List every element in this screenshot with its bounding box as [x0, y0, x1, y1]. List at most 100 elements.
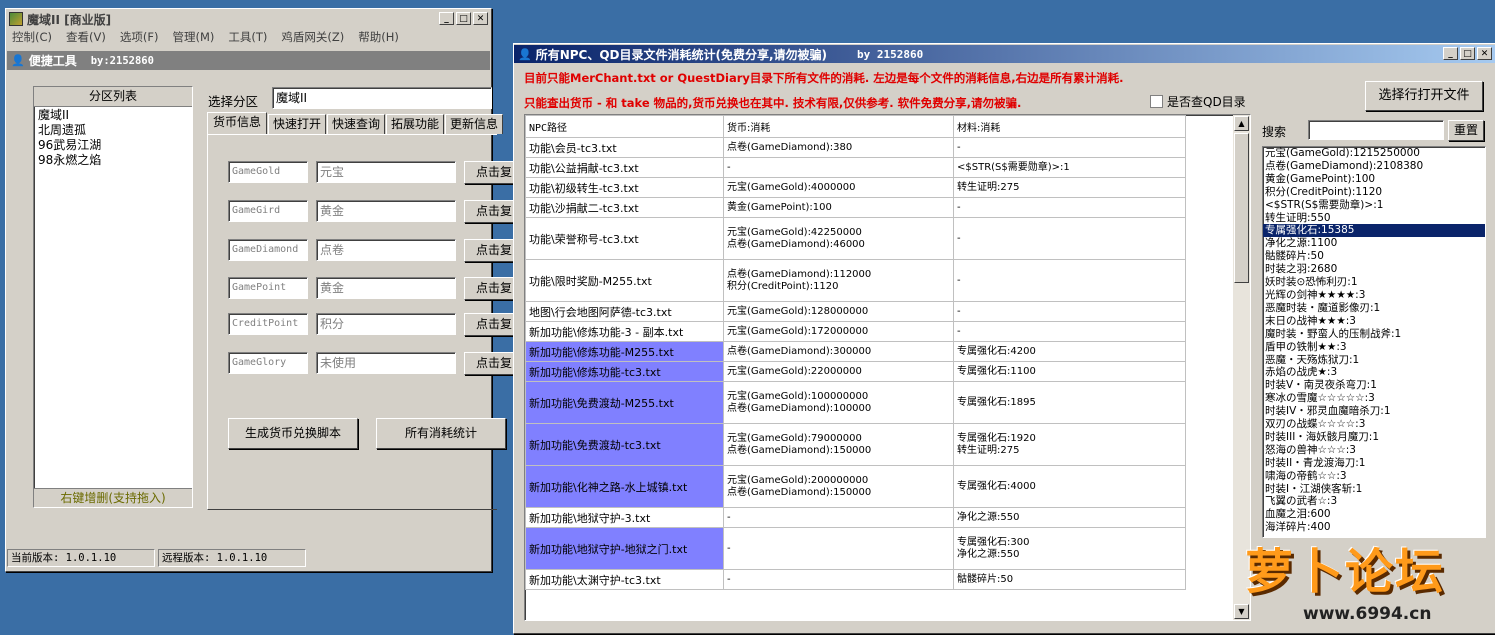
table-row[interactable]: 新加功能\修炼功能-tc3.txt 元宝(GameGold):22000000 专属…: [525, 361, 1186, 382]
cell-money[interactable]: 元宝(GameGold):100000000 点卷(GameDiamond):10…: [723, 381, 954, 424]
cell-money[interactable]: 元宝(GameGold):79000000 点卷(GameDiamond):150…: [723, 423, 954, 466]
cell-path[interactable]: 功能\沙捐献二-tc3.txt: [525, 197, 724, 218]
currency-name-field[interactable]: 点卷: [316, 239, 456, 261]
table-row[interactable]: 新加功能\化神之路-水上城镇.txt 元宝(GameGold):200000000…: [525, 465, 1186, 508]
minimize-icon[interactable]: _: [1443, 47, 1458, 60]
total-item[interactable]: 妖时装⊙恐怖利刃:1: [1263, 276, 1485, 289]
cell-material[interactable]: 净化之源:550: [953, 507, 1186, 528]
cell-path[interactable]: 新加功能\地狱守护-3.txt: [525, 507, 724, 528]
total-item[interactable]: 专属强化石:15385: [1263, 224, 1485, 238]
total-item[interactable]: 转生证明:550: [1263, 212, 1485, 225]
total-item[interactable]: 飞翼の武者☆:3: [1263, 495, 1485, 508]
cell-material[interactable]: 专属强化石:4000: [953, 465, 1186, 508]
total-item[interactable]: 寒冰の雪魔☆☆☆☆☆:3: [1263, 392, 1485, 405]
total-item[interactable]: 末日の战神★★★:3: [1263, 315, 1485, 328]
currency-name-field[interactable]: 积分: [316, 313, 456, 335]
total-item[interactable]: 时装V・南灵夜杀弯刀:1: [1263, 379, 1485, 392]
currency-name-field[interactable]: 未使用: [316, 352, 456, 374]
cell-material[interactable]: 转生证明:275: [953, 177, 1186, 198]
cell-material[interactable]: 专属强化石:1920 转生证明:275: [953, 423, 1186, 466]
cell-path[interactable]: 功能\会员-tc3.txt: [525, 137, 724, 158]
menu-options[interactable]: 选项(F): [120, 29, 159, 45]
table-row[interactable]: 功能\限时奖励-M255.txt 点卷(GameDiamond):112000 积分…: [525, 259, 1186, 302]
total-item[interactable]: 时装IV・邪灵血魔暗杀刀:1: [1263, 405, 1485, 418]
cell-material[interactable]: 专属强化石:1895: [953, 381, 1186, 424]
cell-money[interactable]: -: [723, 527, 954, 570]
cell-money[interactable]: 元宝(GameGold):22000000: [723, 361, 954, 382]
cell-money[interactable]: 点卷(GameDiamond):112000 积分(CreditPoint):11…: [723, 259, 954, 302]
maximize-icon[interactable]: □: [456, 12, 471, 25]
cell-path[interactable]: 新加功能\化神之路-水上城镇.txt: [525, 465, 724, 508]
cell-path[interactable]: 功能\限时奖励-M255.txt: [525, 259, 724, 302]
table-row[interactable]: 新加功能\修炼功能-M255.txt 点卷(GameDiamond):300000…: [525, 341, 1186, 362]
total-item[interactable]: 时装之羽:2680: [1263, 263, 1485, 276]
currency-code-field[interactable]: GameGold: [228, 161, 308, 183]
currency-code-field[interactable]: GamePoint: [228, 277, 308, 299]
menu-tools[interactable]: 工具(T): [228, 29, 267, 45]
select-zone-input[interactable]: 魔域II: [272, 87, 492, 109]
check-qd-checkbox[interactable]: 是否查QD目录: [1150, 93, 1246, 110]
total-item[interactable]: 时装III・海妖骸月魔刀:1: [1263, 431, 1485, 444]
total-item[interactable]: 元宝(GameGold):1215250000: [1263, 147, 1485, 160]
cell-path[interactable]: 新加功能\地狱守护-地狱之门.txt: [525, 527, 724, 570]
tab-currency[interactable]: 货币信息: [207, 112, 267, 134]
col-header-material[interactable]: 材料:消耗: [953, 115, 1186, 138]
cell-path[interactable]: 新加功能\免费渡劫-M255.txt: [525, 381, 724, 424]
reset-button[interactable]: 重置: [1448, 120, 1484, 141]
cell-path[interactable]: 地图\行会地图阿萨德-tc3.txt: [525, 301, 724, 322]
cell-money[interactable]: -: [723, 569, 954, 590]
table-row[interactable]: 功能\公益捐献-tc3.txt - <$STR(S$需要勋章)>:1: [525, 157, 1186, 178]
npc-table[interactable]: NPC路径 货币:消耗 材料:消耗 功能\会员-tc3.txt 点卷(GameDi…: [524, 114, 1251, 621]
cell-path[interactable]: 功能\公益捐献-tc3.txt: [525, 157, 724, 178]
menu-manage[interactable]: 管理(M): [172, 29, 214, 45]
total-item[interactable]: 魔时装・野蛮人的压制战斧:1: [1263, 328, 1485, 341]
total-item[interactable]: 黄金(GamePoint):100: [1263, 173, 1485, 186]
currency-code-field[interactable]: GameDiamond: [228, 239, 308, 261]
cell-material[interactable]: 专属强化石:300 净化之源:550: [953, 527, 1186, 570]
total-item[interactable]: 恶魔・天殇炼狱刀:1: [1263, 354, 1485, 367]
zone-list[interactable]: 分区列表 魔域II 北周遗孤 96武易江湖 98永燃之焰 右键增删(支持拖入): [33, 86, 193, 508]
close-icon[interactable]: ✕: [473, 12, 488, 25]
table-row[interactable]: 新加功能\免费渡劫-M255.txt 元宝(GameGold):100000000…: [525, 381, 1186, 424]
total-item[interactable]: 时装II・青龙渡海刀:1: [1263, 457, 1485, 470]
total-item[interactable]: 时装I・江湖侠客斩:1: [1263, 483, 1485, 496]
totals-list[interactable]: 元宝(GameGold):1215250000 点卷(GameDiamond):2…: [1262, 146, 1486, 538]
close-icon[interactable]: ✕: [1477, 47, 1492, 60]
cell-money[interactable]: 元宝(GameGold):128000000: [723, 301, 954, 322]
zone-item[interactable]: 北周遗孤: [38, 123, 101, 138]
table-row[interactable]: 新加功能\修炼功能-3 - 副本.txt 元宝(GameGold):1720000…: [525, 321, 1186, 342]
tool-titlebar[interactable]: 👤 便捷工具 by:2152860: [7, 51, 490, 70]
total-item[interactable]: 光辉の剑神★★★★:3: [1263, 289, 1485, 302]
currency-code-field[interactable]: GameGird: [228, 200, 308, 222]
cell-path[interactable]: 新加功能\太渊守护-tc3.txt: [525, 569, 724, 590]
open-file-button[interactable]: 选择行打开文件: [1365, 81, 1483, 111]
table-row[interactable]: 新加功能\免费渡劫-tc3.txt 元宝(GameGold):79000000 点卷…: [525, 423, 1186, 466]
cell-money[interactable]: 点卷(GameDiamond):380: [723, 137, 954, 158]
total-item[interactable]: 血魔之泪:600: [1263, 508, 1485, 521]
col-header-path[interactable]: NPC路径: [525, 115, 724, 138]
cell-money[interactable]: 黄金(GamePoint):100: [723, 197, 954, 218]
total-item[interactable]: 骷髅碎片:50: [1263, 250, 1485, 263]
menu-gateway[interactable]: 鸡盾网关(Z): [281, 29, 344, 45]
stats-titlebar[interactable]: 👤 所有NPC、QD目录文件消耗统计(免费分享,请勿被骗) by 2152860…: [514, 45, 1495, 63]
menu-view[interactable]: 查看(V): [66, 29, 106, 45]
zone-item[interactable]: 魔域II: [38, 108, 101, 123]
total-item[interactable]: <$STR(S$需要勋章)>:1: [1263, 199, 1485, 212]
table-row[interactable]: 新加功能\地狱守护-地狱之门.txt - 专属强化石:300 净化之源:550: [525, 527, 1186, 570]
total-item[interactable]: 恶魔时装・魔道影像刃:1: [1263, 302, 1485, 315]
zone-item[interactable]: 98永燃之焰: [38, 153, 101, 168]
cell-path[interactable]: 新加功能\免费渡劫-tc3.txt: [525, 423, 724, 466]
cell-money[interactable]: 元宝(GameGold):172000000: [723, 321, 954, 342]
cell-path[interactable]: 新加功能\修炼功能-3 - 副本.txt: [525, 321, 724, 342]
maximize-icon[interactable]: □: [1460, 47, 1475, 60]
menu-help[interactable]: 帮助(H): [358, 29, 399, 45]
cell-money[interactable]: 元宝(GameGold):42250000 点卷(GameDiamond):460…: [723, 217, 954, 260]
currency-code-field[interactable]: GameGlory: [228, 352, 308, 374]
cell-material[interactable]: 专属强化石:1100: [953, 361, 1186, 382]
cell-money[interactable]: -: [723, 507, 954, 528]
scroll-up-icon[interactable]: ▲: [1234, 116, 1249, 131]
cell-money[interactable]: 点卷(GameDiamond):300000: [723, 341, 954, 362]
tab-updates[interactable]: 更新信息: [445, 114, 503, 134]
cell-material[interactable]: -: [953, 217, 1186, 260]
total-item[interactable]: 赤焰の战虎★:3: [1263, 366, 1485, 379]
